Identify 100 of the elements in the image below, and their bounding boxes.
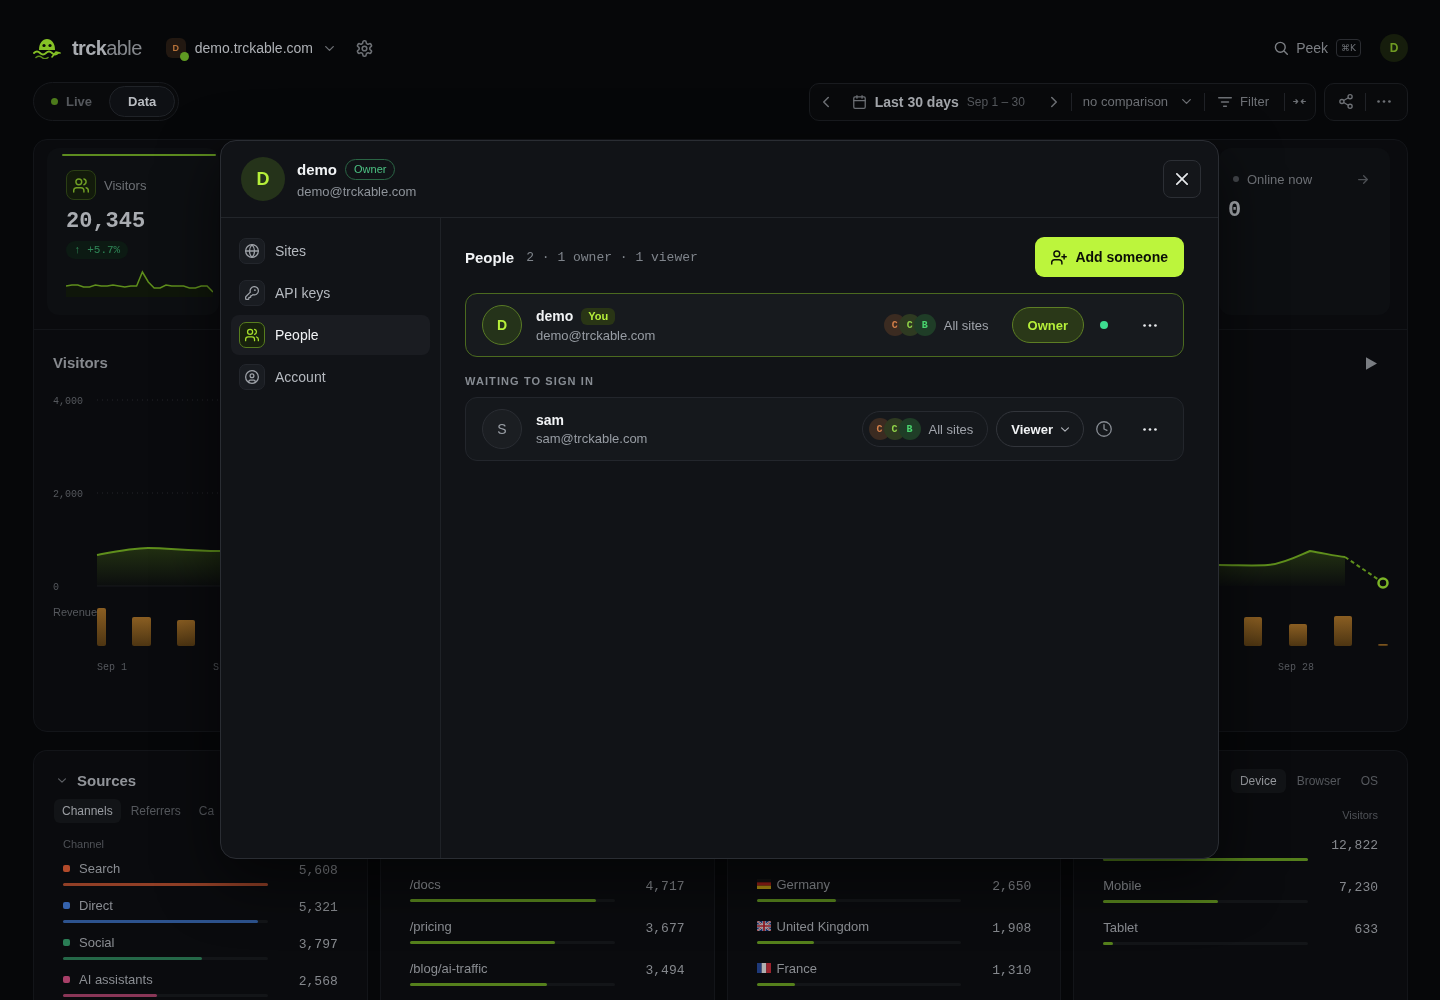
axis-label: Sep 1 bbox=[97, 662, 127, 673]
live-dot-icon bbox=[51, 98, 58, 105]
row-label: Social bbox=[79, 934, 115, 950]
chevron-down-icon bbox=[1061, 426, 1069, 432]
tab[interactable]: Channels bbox=[54, 799, 121, 823]
row-value: 7,230 bbox=[1339, 879, 1378, 897]
revenue-bar bbox=[1244, 617, 1262, 646]
revenue-bar bbox=[1289, 624, 1307, 646]
arrow-right-icon bbox=[1358, 174, 1368, 184]
role-badge: Owner bbox=[1011, 307, 1084, 343]
user-plus-icon bbox=[1051, 249, 1068, 265]
date-range-button[interactable]: Last 30 days Sep 1 – 30 bbox=[838, 83, 1037, 120]
logo-icon bbox=[33, 37, 61, 59]
share-icon bbox=[1339, 94, 1353, 109]
chevron-right-icon bbox=[1050, 95, 1057, 108]
row-value: 3,797 bbox=[298, 936, 338, 954]
axis-label: 4,000 bbox=[53, 396, 83, 407]
site-avatar: D bbox=[165, 38, 186, 58]
key-icon bbox=[239, 280, 265, 306]
chevron-left-icon bbox=[822, 95, 829, 108]
row-label: France bbox=[776, 960, 817, 976]
users-icon bbox=[66, 170, 96, 200]
stat-label: Visitors bbox=[104, 177, 147, 193]
section-title: People bbox=[465, 248, 515, 266]
row-value: 633 bbox=[1354, 921, 1378, 939]
series-label: Revenue bbox=[53, 606, 98, 618]
shortcut-key: ⌘K bbox=[1336, 39, 1361, 57]
settings-button[interactable] bbox=[356, 39, 373, 57]
point-marker-icon bbox=[1377, 577, 1389, 589]
column-header: Visitors bbox=[1341, 808, 1378, 822]
row-value: 3,677 bbox=[645, 920, 685, 938]
dashed-line-segment bbox=[1344, 556, 1380, 581]
row-value: 1,310 bbox=[992, 962, 1032, 980]
settings-icon bbox=[356, 39, 373, 57]
logo-text: trckable bbox=[72, 36, 142, 60]
row-value: 2,568 bbox=[298, 973, 338, 991]
mode-tab[interactable]: Data bbox=[109, 86, 176, 117]
stat-value: 0 bbox=[1228, 197, 1242, 225]
chevron-down-icon bbox=[1182, 99, 1192, 104]
card-title: Sources bbox=[77, 771, 137, 789]
user-email: demo@trckable.com bbox=[297, 184, 417, 199]
row-value: 3,494 bbox=[645, 962, 685, 980]
axis-label: Sep 28 bbox=[1278, 662, 1314, 673]
site-selector[interactable]: D demo.trckable.com bbox=[165, 34, 334, 62]
member-email: demo@trckable.com bbox=[536, 327, 656, 343]
member-name: demo bbox=[536, 308, 574, 324]
comparison-dropdown[interactable]: no comparison bbox=[1071, 83, 1205, 120]
users-icon bbox=[239, 322, 265, 348]
revenue-bar bbox=[132, 617, 151, 646]
account-avatar[interactable]: D bbox=[1380, 34, 1408, 62]
status-dot-icon bbox=[1233, 176, 1239, 182]
add-person-button[interactable]: Add someone bbox=[1035, 237, 1184, 277]
calendar-icon bbox=[852, 94, 866, 109]
stat-value: 20,345 bbox=[66, 208, 146, 236]
row-label: /blog/ai-traffic bbox=[409, 960, 488, 976]
row-label: AI assistants bbox=[79, 971, 153, 987]
axis-label: 0 bbox=[53, 582, 59, 593]
row-label: Search bbox=[79, 860, 121, 876]
sidebar-item[interactable]: Account bbox=[231, 357, 430, 397]
row-label: Mobile bbox=[1103, 877, 1142, 893]
filter-icon bbox=[1218, 96, 1233, 107]
tab[interactable]: Device bbox=[1230, 769, 1286, 793]
chevron-down-icon bbox=[325, 45, 334, 51]
change-badge: ↑ +5.7% bbox=[66, 241, 129, 259]
sidebar-item[interactable]: People bbox=[231, 315, 430, 355]
close-icon bbox=[1176, 173, 1188, 185]
sidebar-item[interactable]: API keys bbox=[231, 273, 430, 313]
more-icon bbox=[1143, 323, 1157, 327]
play-icon bbox=[1366, 356, 1377, 370]
row-label: Tablet bbox=[1103, 919, 1138, 935]
row-value: 5,321 bbox=[298, 899, 338, 917]
row-label: Direct bbox=[79, 897, 113, 913]
revenue-bar bbox=[1334, 616, 1352, 646]
member-name: sam bbox=[536, 412, 565, 428]
search-button[interactable]: Peek ⌘K bbox=[1274, 39, 1361, 57]
uk-flag-icon bbox=[756, 921, 771, 931]
row-label: United Kingdom bbox=[776, 918, 869, 934]
sidebar-item[interactable]: Sites bbox=[231, 231, 430, 271]
row-label: Germany bbox=[776, 876, 830, 892]
filter-button[interactable]: Filter bbox=[1205, 83, 1284, 120]
axis-label: 2,000 bbox=[53, 489, 83, 500]
site-avatar: B bbox=[898, 418, 921, 440]
revenue-bar bbox=[177, 620, 195, 646]
more-icon bbox=[1143, 427, 1157, 431]
chart-title: Visitors bbox=[53, 353, 108, 373]
site-avatar: B bbox=[913, 314, 936, 336]
france-flag-icon bbox=[756, 963, 771, 973]
user-avatar: D bbox=[241, 157, 285, 201]
more-icon bbox=[1377, 100, 1391, 103]
sites-label: All sites bbox=[943, 317, 989, 333]
stat-label: Online now bbox=[1247, 171, 1313, 187]
globe-icon bbox=[239, 238, 265, 264]
revenue-bar bbox=[97, 608, 106, 646]
member-avatar: S bbox=[482, 409, 522, 449]
column-header: Channel bbox=[63, 837, 105, 851]
row-value: 5,608 bbox=[298, 862, 338, 880]
germany-flag-icon bbox=[756, 879, 771, 889]
row-value: 4,717 bbox=[645, 878, 685, 896]
close-button[interactable] bbox=[1163, 160, 1201, 198]
search-icon bbox=[1274, 41, 1289, 55]
